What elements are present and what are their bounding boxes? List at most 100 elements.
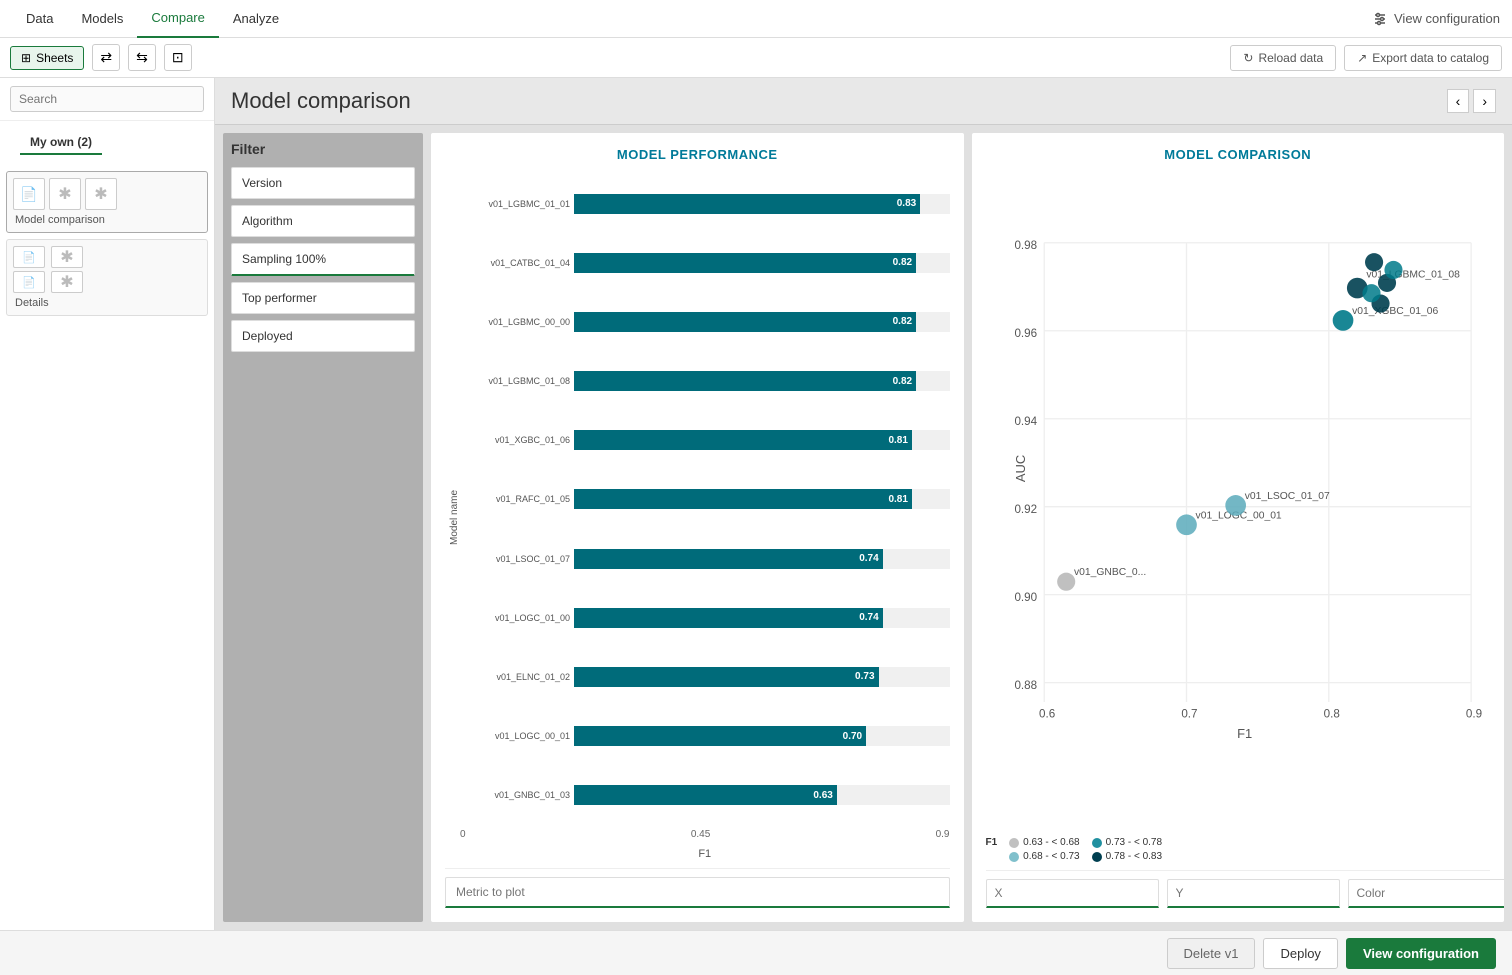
sheets-label: Sheets xyxy=(36,51,73,65)
bar-fill: 0.63 xyxy=(574,785,837,805)
bar-row: v01_CATBC_01_040.82 xyxy=(460,249,950,277)
sidebar-card-details[interactable]: 📄 📄 ✱ ✱ Details xyxy=(6,239,208,316)
bar-fill: 0.70 xyxy=(574,726,866,746)
bar-value: 0.82 xyxy=(893,257,912,268)
x-axis-ticks: 0 0.45 0.9 xyxy=(460,825,950,844)
bar-row: v01_LGBMC_01_01 0.83 xyxy=(460,190,950,218)
legend-item-2: 0.73 - < 0.78 xyxy=(1092,837,1162,848)
search-input[interactable] xyxy=(10,86,204,112)
filter-sampling[interactable]: Sampling 100% xyxy=(231,243,415,276)
bar-value: 0.82 xyxy=(893,316,912,327)
export-button[interactable]: ↗ Export data to catalog xyxy=(1344,45,1502,71)
sheets-button[interactable]: ⊞ Sheets xyxy=(10,46,84,70)
metric-bar xyxy=(445,868,950,908)
bar-fill: 0.74 xyxy=(574,549,883,569)
bar-value: 0.63 xyxy=(813,790,832,801)
sidebar-section-header: My own (2) xyxy=(0,121,214,165)
legend-f1-label: F1 xyxy=(986,837,998,848)
search-box xyxy=(0,78,214,121)
bars-container: v01_LGBMC_01_01 0.83 v01_CATBC_01_040.82 v0… xyxy=(460,174,950,825)
bar-value: 0.74 xyxy=(859,553,878,564)
left-sidebar: My own (2) 📄 ✱ ✱ Model comparison xyxy=(0,78,215,930)
svg-text:0.88: 0.88 xyxy=(1014,679,1037,692)
bar-bg: 0.82 xyxy=(574,371,950,391)
main-layout: My own (2) 📄 ✱ ✱ Model comparison xyxy=(0,78,1512,930)
filter-panel: Filter Version Algorithm Sampling 100% T… xyxy=(223,133,423,922)
bar-bg: 0.74 xyxy=(574,549,950,569)
toolbar-icon-1[interactable]: ⇄ xyxy=(92,44,120,71)
bar-bg: 0.73 xyxy=(574,667,950,687)
bar-fill: 0.83 xyxy=(574,194,920,214)
top-nav: Data Models Compare Analyze View configu… xyxy=(0,0,1512,38)
bar-fill: 0.81 xyxy=(574,430,912,450)
x-tick-2: 0.9 xyxy=(936,829,950,840)
content-header: Model comparison ‹ › xyxy=(215,78,1512,125)
y-axis-input[interactable] xyxy=(1167,879,1340,908)
sidebar-card-model-comparison[interactable]: 📄 ✱ ✱ Model comparison xyxy=(6,171,208,233)
svg-text:AUC: AUC xyxy=(1012,455,1027,482)
bar-label: v01_LSOC_01_07 xyxy=(460,554,570,564)
card-icon-1b: ✱ xyxy=(49,178,81,210)
color-axis-input[interactable] xyxy=(1348,879,1505,908)
bar-bg: 0.63 xyxy=(574,785,950,805)
toolbar-icon-3[interactable]: ⊡ xyxy=(164,44,192,71)
x-tick-1: 0.45 xyxy=(691,829,710,840)
content-area: Model comparison ‹ › Filter Version Algo… xyxy=(215,78,1512,930)
scatter-svg: 0.98 0.96 0.94 0.92 0.90 0.88 AUC xyxy=(986,174,1491,829)
deploy-button[interactable]: Deploy xyxy=(1263,938,1337,969)
svg-text:0.8: 0.8 xyxy=(1323,708,1339,721)
legend-item-3: 0.78 - < 0.83 xyxy=(1092,851,1162,862)
filter-title: Filter xyxy=(231,141,415,157)
filter-algorithm[interactable]: Algorithm xyxy=(231,205,415,237)
card-label-2: Details xyxy=(13,297,201,309)
bar-row: v01_LGBMC_01_080.82 xyxy=(460,367,950,395)
view-config-nav-label: View configuration xyxy=(1394,11,1500,26)
bar-row: v01_XGBC_01_060.81 xyxy=(460,426,950,454)
metric-to-plot-input[interactable] xyxy=(445,877,950,908)
bar-row: v01_ELNC_01_020.73 xyxy=(460,663,950,691)
bar-bg: 0.81 xyxy=(574,430,950,450)
sheet-icon: 📄 xyxy=(20,186,37,203)
card-icons-col: 📄 📄 xyxy=(13,246,45,293)
reload-icon: ↻ xyxy=(1243,51,1253,65)
scatter-chart-panel: MODEL COMPARISON 0.98 0.96 0.94 0.92 0.9… xyxy=(972,133,1505,922)
x-axis-input[interactable] xyxy=(986,879,1159,908)
bar-label: v01_LGBMC_01_01 xyxy=(460,199,570,209)
view-configuration-button[interactable]: View configuration xyxy=(1346,938,1496,969)
bar-row: v01_LOGC_01_000.74 xyxy=(460,604,950,632)
filter-version[interactable]: Version xyxy=(231,167,415,199)
nav-models[interactable]: Models xyxy=(67,0,137,38)
bar-chart-panel: MODEL PERFORMANCE Model name v01_LGBMC_0… xyxy=(431,133,964,922)
filter-top-performer[interactable]: Top performer xyxy=(231,282,415,314)
sheet-icon-3: 📄 xyxy=(22,276,36,289)
card-icon-1a: 📄 xyxy=(13,178,45,210)
axis-inputs xyxy=(986,870,1491,908)
legend-range-2: 0.73 - < 0.78 xyxy=(1106,837,1162,848)
bar-label: v01_RAFC_01_05 xyxy=(460,494,570,504)
sheet-icon-2: 📄 xyxy=(22,251,36,264)
svg-text:0.96: 0.96 xyxy=(1014,327,1037,340)
card-icon-2a: 📄 xyxy=(13,246,45,268)
nav-arrows: ‹ › xyxy=(1447,89,1496,113)
toolbar: ⊞ Sheets ⇄ ⇆ ⊡ ↻ Reload data ↗ Export da… xyxy=(0,38,1512,78)
card-icon-1c: ✱ xyxy=(85,178,117,210)
nav-analyze[interactable]: Analyze xyxy=(219,0,293,38)
filter-deployed[interactable]: Deployed xyxy=(231,320,415,352)
bar-fill: 0.82 xyxy=(574,371,916,391)
legend-row: F1 0.63 - < 0.68 0.73 - < 0.78 xyxy=(986,837,1491,848)
reload-button[interactable]: ↻ Reload data xyxy=(1230,45,1336,71)
bar-bg: 0.74 xyxy=(574,608,950,628)
bar-bg: 0.82 xyxy=(574,253,950,273)
toolbar-icon-2[interactable]: ⇆ xyxy=(128,44,156,71)
delete-button[interactable]: Delete v1 xyxy=(1167,938,1256,969)
nav-compare[interactable]: Compare xyxy=(137,0,218,38)
nav-next[interactable]: › xyxy=(1473,89,1496,113)
bar-chart-content: v01_LGBMC_01_01 0.83 v01_CATBC_01_040.82 v0… xyxy=(460,174,950,860)
nav-data[interactable]: Data xyxy=(12,0,67,38)
bar-value: 0.82 xyxy=(893,376,912,387)
bar-bg: 0.70 xyxy=(574,726,950,746)
view-configuration-nav[interactable]: View configuration xyxy=(1372,11,1500,27)
bar-chart-title: MODEL PERFORMANCE xyxy=(445,147,950,162)
legend-dot-1 xyxy=(1009,852,1019,862)
nav-prev[interactable]: ‹ xyxy=(1447,89,1470,113)
